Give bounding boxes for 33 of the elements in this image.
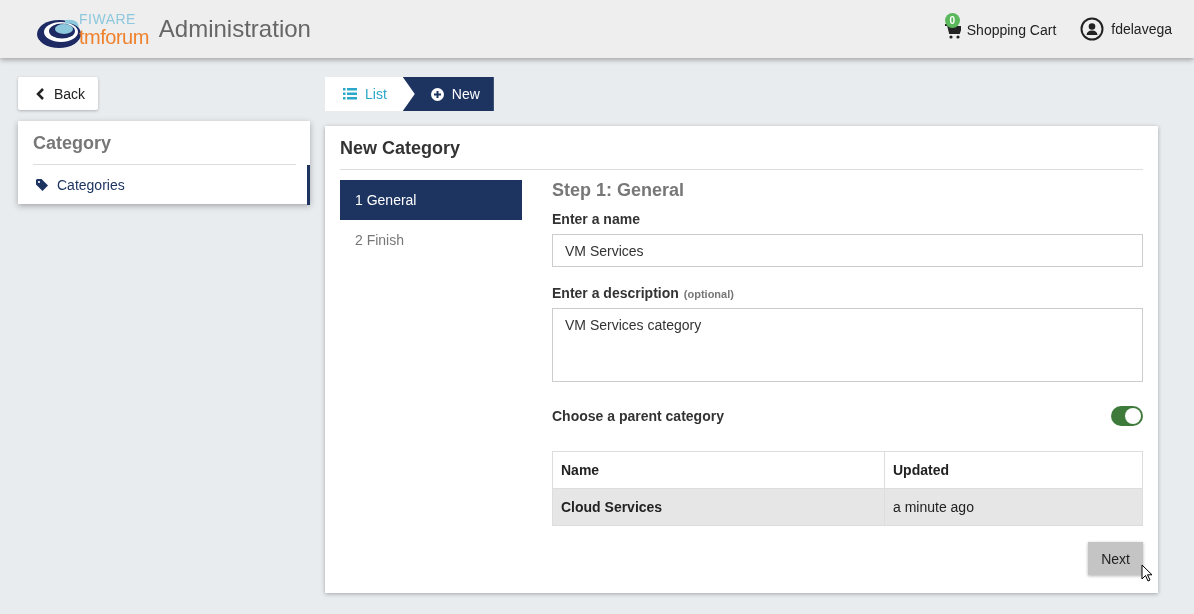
field-label: Enter a description [552,285,679,301]
table-cell: Cloud Services [552,488,885,526]
optional-hint: (optional) [683,288,734,300]
shopping-cart-link[interactable]: 0 Shopping Cart [944,9,1057,39]
list-icon [343,88,357,100]
next-button[interactable]: Next [1088,542,1143,575]
step-item[interactable]: 2 Finish [340,220,522,260]
chevron-left-icon [36,87,45,100]
user-menu[interactable]: fdelavega [1080,17,1172,41]
step-title: Step 1: General [552,180,686,201]
tag-icon [36,179,48,191]
description-input-field[interactable]: VM Services category [552,308,1143,382]
table-row[interactable]: Cloud Services a minute ago [552,488,1143,526]
toggle-label: Choose a parent category [552,408,724,424]
field-label: Enter a name [552,211,641,227]
logo-text: tmforum [79,26,149,47]
sidebar-title: Category [33,133,296,165]
column-header: Name [552,451,885,489]
cart-count-badge: 0 [944,12,960,28]
sidebar-item[interactable]: Categories [36,165,310,205]
app-title: Administration [158,15,311,43]
mouse-cursor-icon [1141,564,1153,582]
parent-category-toggle[interactable] [1111,406,1143,426]
logo-text: FIWARE [79,11,137,26]
breadcrumb-tab[interactable]: New [402,77,494,111]
column-header: Updated [884,451,1143,489]
plus-circle-icon [430,87,444,101]
name-input-field[interactable]: VM Services [552,234,1143,267]
back-button[interactable]: Back [18,77,99,110]
step-item[interactable]: 1 General [340,180,522,220]
table-cell: a minute ago [884,488,1143,526]
user-avatar-icon [1080,17,1105,41]
panel-title: New Category [340,138,1143,170]
